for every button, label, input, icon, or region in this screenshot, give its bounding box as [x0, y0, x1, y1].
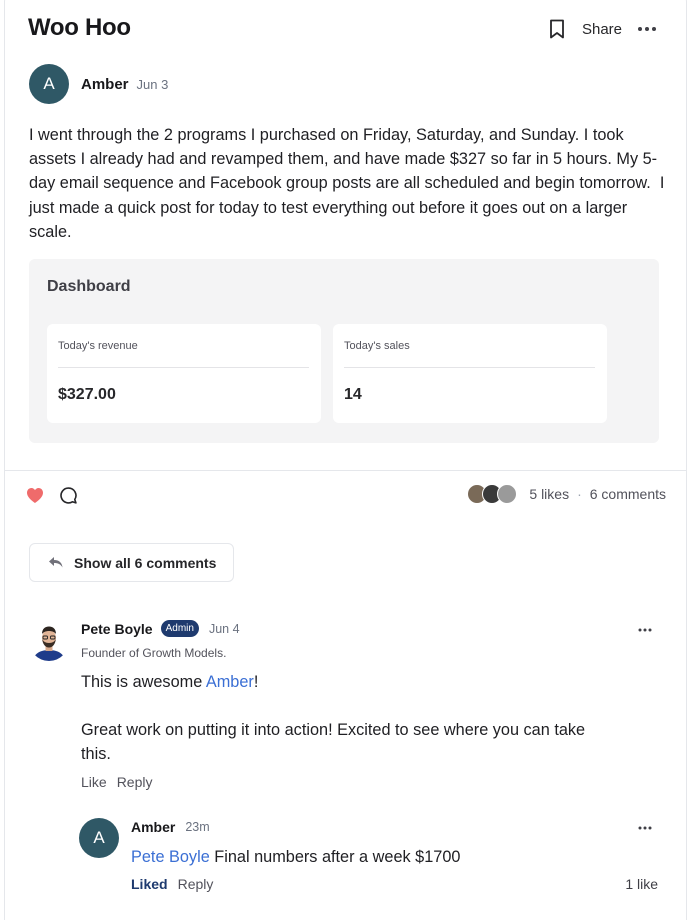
sales-card: Today's sales 14 — [333, 324, 607, 423]
comment-date: Jun 4 — [208, 621, 240, 636]
reply-actions: Liked Reply — [131, 876, 213, 892]
post-stats: 5 likes · 6 comments — [467, 484, 666, 504]
author-name[interactable]: Amber — [81, 76, 129, 93]
reply-button[interactable]: Reply — [117, 774, 153, 790]
commenter-name[interactable]: Pete Boyle — [81, 621, 153, 637]
card-divider — [344, 367, 595, 368]
card-divider — [58, 367, 309, 368]
post-author: A Amber Jun 3 — [29, 64, 168, 104]
comment-more-icon[interactable] — [634, 620, 656, 640]
commenter-subtitle: Founder of Growth Models. — [81, 646, 227, 660]
likes-count[interactable]: 5 likes — [529, 486, 569, 502]
reply-author-avatar[interactable]: A — [79, 818, 119, 858]
reaction-bar — [24, 484, 79, 506]
comment-line-2: Great work on putting it into action! Ex… — [81, 721, 586, 764]
sales-value: 14 — [344, 386, 362, 403]
bookmark-icon[interactable] — [546, 18, 568, 40]
reply-more-icon[interactable] — [634, 818, 656, 838]
sales-label: Today's sales — [344, 340, 410, 352]
comment-actions: Like Reply — [81, 774, 162, 790]
reply-date: 23m — [185, 820, 210, 834]
comment-header: Pete Boyle Admin Jun 4 — [81, 620, 240, 637]
revenue-card: Today's revenue $327.00 — [47, 324, 321, 423]
show-all-label: Show all 6 comments — [74, 554, 217, 571]
post-body: I went through the 2 programs I purchase… — [29, 126, 669, 241]
comments-count[interactable]: 6 comments — [590, 486, 666, 502]
reply-arrow-icon — [48, 556, 64, 570]
stats-separator: · — [577, 486, 582, 502]
likers-avatars[interactable] — [467, 484, 518, 504]
comment-spacer — [81, 694, 601, 718]
comment-line-1: This is awesome Amber! — [81, 670, 601, 694]
reply-button[interactable]: Reply — [178, 876, 214, 892]
commenter-avatar[interactable] — [29, 621, 69, 661]
comment-text: ! — [253, 673, 259, 691]
reply-header: Amber 23m — [131, 819, 210, 835]
author-avatar[interactable]: A — [29, 64, 69, 104]
comment-text: This is awesome — [81, 673, 206, 691]
liker-avatar — [497, 484, 518, 504]
heart-icon[interactable] — [24, 484, 46, 506]
dashboard-image: Dashboard Today's revenue $327.00 Today'… — [29, 259, 659, 443]
comment-icon[interactable] — [57, 484, 79, 506]
share-button[interactable]: Share — [582, 21, 622, 38]
post-title: Woo Hoo — [28, 14, 131, 41]
reply-author-name[interactable]: Amber — [131, 819, 175, 835]
revenue-label: Today's revenue — [58, 340, 138, 352]
dashboard-title: Dashboard — [47, 278, 131, 295]
post-header-actions: Share — [546, 18, 658, 40]
comment-body: This is awesome Amber! Great work on put… — [81, 670, 601, 767]
section-divider — [5, 470, 686, 471]
mention-link[interactable]: Amber — [206, 673, 254, 691]
reply-text: Final numbers after a week $1700 — [209, 848, 461, 866]
reply-body: Pete Boyle Final numbers after a week $1… — [131, 845, 460, 869]
post-date: Jun 3 — [136, 76, 169, 92]
admin-badge: Admin — [160, 620, 199, 637]
show-all-comments-button[interactable]: Show all 6 comments — [29, 543, 234, 582]
liked-button[interactable]: Liked — [131, 876, 168, 892]
mention-link[interactable]: Pete Boyle — [131, 848, 210, 866]
reply-likes-count[interactable]: 1 like — [625, 876, 658, 892]
more-options-icon[interactable] — [636, 18, 658, 40]
like-button[interactable]: Like — [81, 774, 107, 790]
revenue-value: $327.00 — [58, 386, 116, 403]
